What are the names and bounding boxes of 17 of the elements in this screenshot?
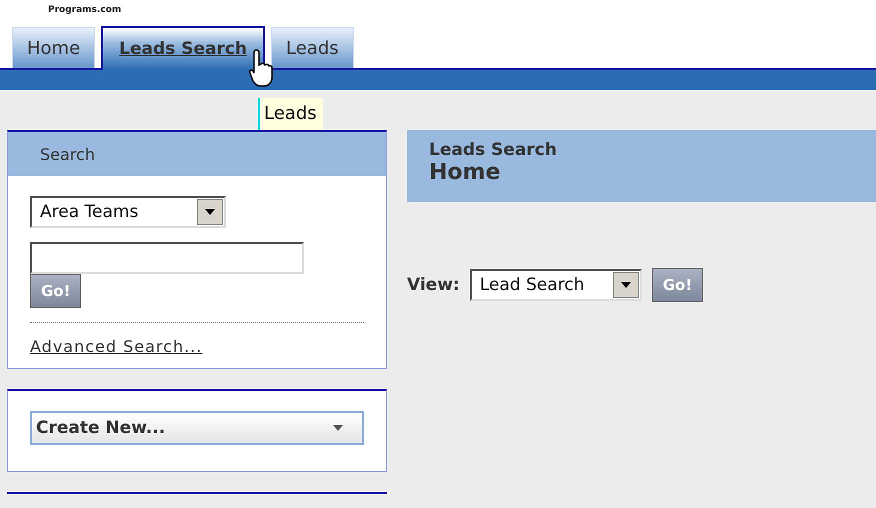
tooltip: Leads bbox=[258, 98, 323, 130]
tab[interactable]: Home bbox=[12, 27, 96, 68]
caret-icon bbox=[620, 281, 632, 289]
caret-icon bbox=[332, 424, 344, 432]
panel-title: Search bbox=[8, 132, 386, 176]
page-title: Home bbox=[429, 160, 502, 185]
page-subtitle: Leads Search bbox=[429, 140, 558, 160]
view-label: View: bbox=[407, 275, 460, 295]
view-dropdown[interactable]: Lead Search bbox=[470, 269, 642, 301]
create-new-dropdown[interactable]: Create New... bbox=[30, 411, 364, 445]
tab[interactable]: Leads bbox=[271, 27, 354, 68]
advanced-search-link[interactable]: Advanced Search... bbox=[30, 337, 202, 356]
search-field[interactable] bbox=[30, 242, 304, 274]
logo: Programs.com bbox=[48, 4, 122, 16]
tab[interactable]: Leads Search bbox=[101, 26, 266, 70]
area-dropdown[interactable]: Area Teams bbox=[30, 196, 226, 228]
caret-icon bbox=[204, 208, 216, 216]
